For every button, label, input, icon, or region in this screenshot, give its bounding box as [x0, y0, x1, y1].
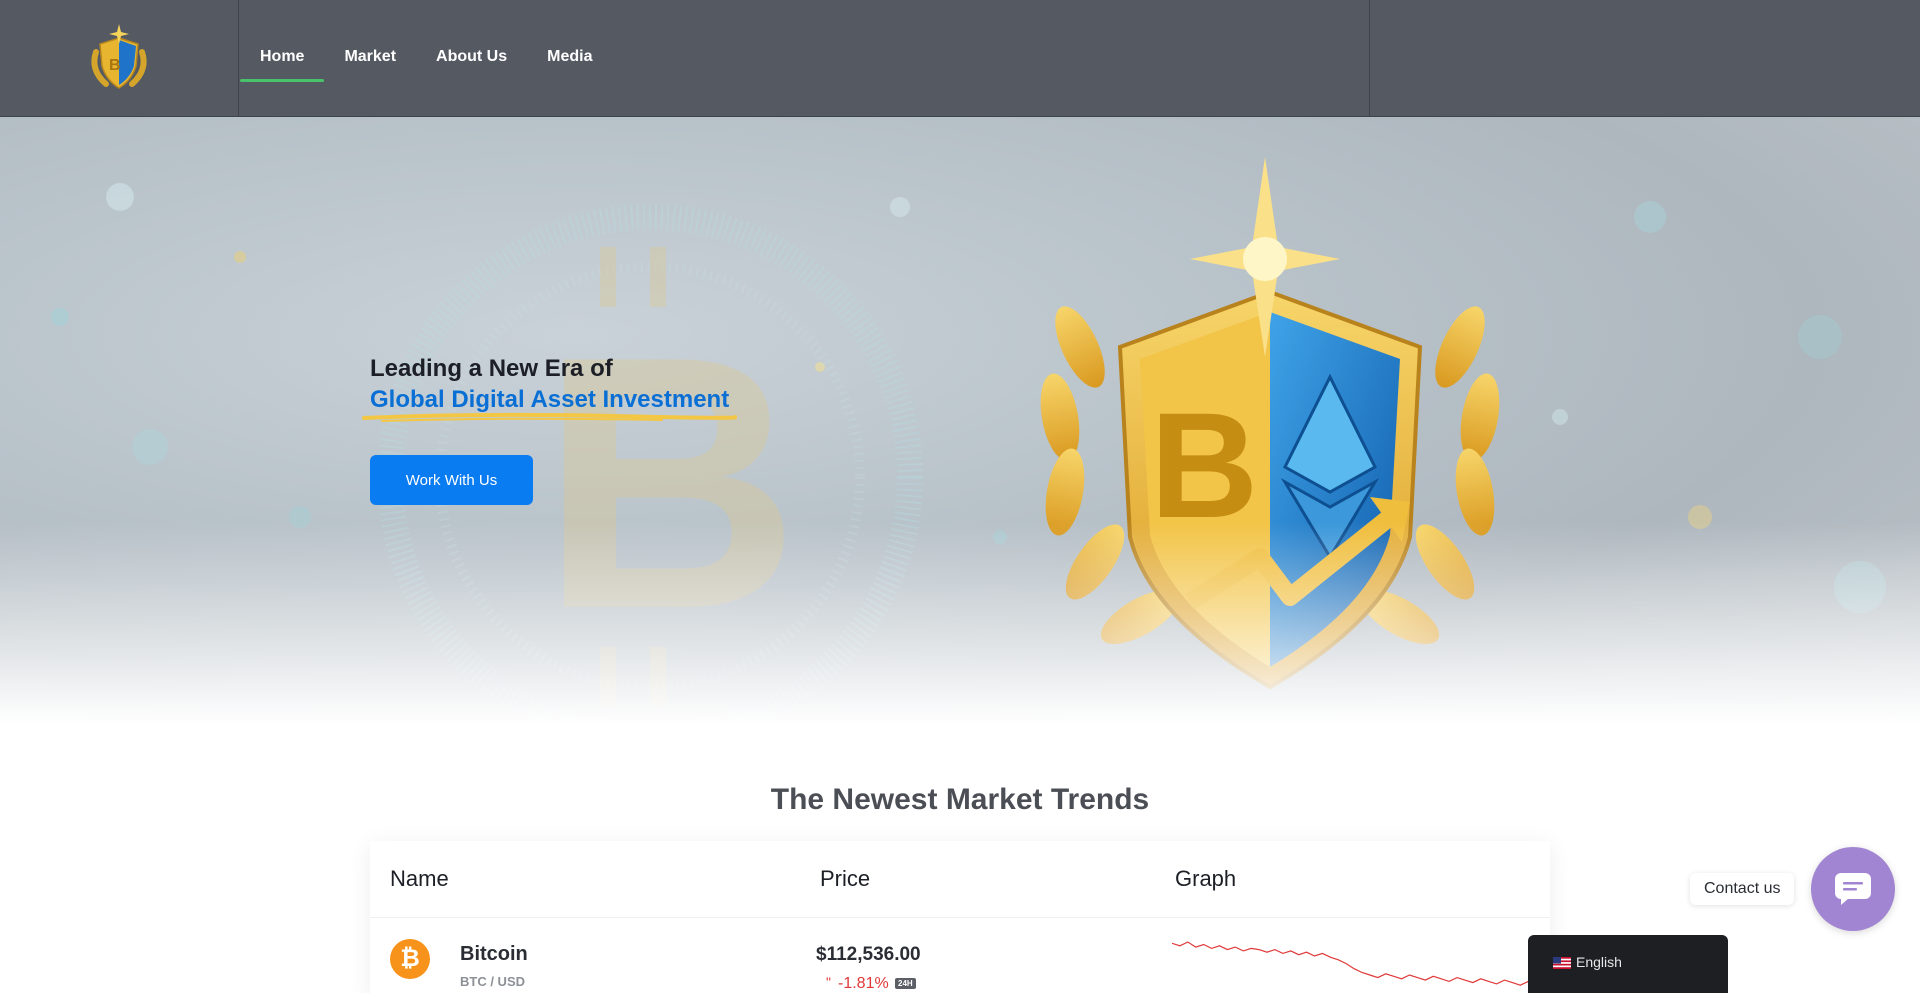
main-nav: Home Market About Us Media: [240, 0, 612, 117]
shield-logo-icon[interactable]: B: [86, 22, 152, 92]
logo-container: B: [0, 0, 239, 117]
period-badge: 24H: [895, 978, 916, 989]
hero-banner: B B: [0, 117, 1920, 742]
market-trends-title: The Newest Market Trends: [770, 783, 1150, 816]
work-with-us-button[interactable]: Work With Us: [370, 455, 533, 505]
coin-name[interactable]: Bitcoin: [460, 943, 528, 966]
nav-item-home[interactable]: Home: [240, 0, 325, 117]
nav-item-about-us[interactable]: About Us: [416, 0, 527, 117]
contact-us-label[interactable]: Contact us: [1690, 873, 1795, 905]
bitcoin-icon: ₿: [390, 939, 430, 979]
nav-item-media[interactable]: Media: [527, 0, 612, 117]
us-flag-icon: [1553, 957, 1571, 969]
price-sparkline: [1172, 941, 1552, 990]
chat-bubble-icon: [1835, 873, 1871, 905]
svg-text:B: B: [109, 57, 121, 74]
language-switcher[interactable]: English: [1528, 935, 1728, 993]
hero-headline-line1: Leading a New Era of: [370, 355, 613, 382]
column-header-graph: Graph: [1175, 866, 1237, 891]
price-change-arrow: ": [826, 974, 831, 990]
column-header-name: Name: [390, 866, 449, 891]
column-header-price: Price: [820, 866, 871, 891]
headline-underline: [362, 412, 737, 422]
language-label: English: [1576, 954, 1622, 970]
hero-fade-overlay: [0, 522, 1920, 742]
table-header-divider: [370, 917, 1550, 918]
coin-price: $112,536.00: [816, 944, 921, 965]
contact-chat-button[interactable]: [1811, 847, 1895, 931]
site-header: B Home Market About Us Media: [0, 0, 1920, 117]
price-change-percent: -1.81%: [838, 975, 889, 992]
coin-pair: BTC / USD: [460, 974, 525, 989]
header-divider: [1369, 0, 1370, 117]
nav-item-market[interactable]: Market: [324, 0, 416, 117]
